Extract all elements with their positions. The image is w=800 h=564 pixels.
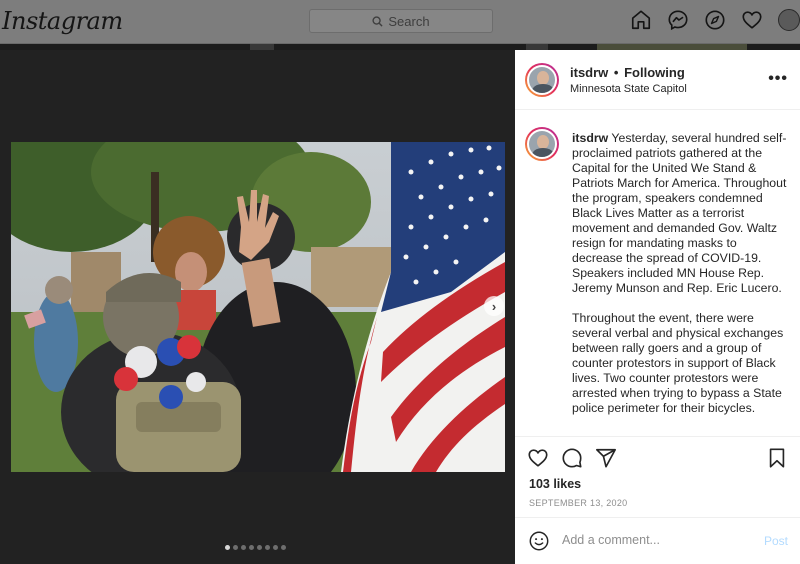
author-avatar[interactable] — [525, 63, 559, 97]
share-paper-plane-icon[interactable] — [595, 447, 617, 469]
messenger-icon[interactable] — [667, 9, 689, 31]
comment-bubble-icon[interactable] — [561, 447, 583, 469]
post-actions: 103 likes SEPTEMBER 13, 2020 Post — [515, 436, 800, 564]
carousel-dot — [249, 545, 254, 550]
search-placeholder: Search — [388, 13, 430, 29]
emoji-icon[interactable] — [528, 530, 550, 552]
author-username[interactable]: itsdrw — [570, 65, 608, 80]
carousel-dot — [265, 545, 270, 550]
post-location[interactable]: Minnesota State Capitol — [570, 83, 687, 95]
carousel-dot — [281, 545, 286, 550]
caption-scroll-area[interactable]: itsdrw Yesterday, several hundred self-p… — [515, 111, 800, 436]
carousel-dot — [241, 545, 246, 550]
bookmark-icon — [769, 448, 785, 468]
like-heart-icon[interactable] — [527, 447, 549, 469]
carousel-indicator — [225, 545, 286, 550]
comment-composer: Post — [515, 517, 800, 564]
post-photo[interactable] — [11, 142, 505, 472]
caption-author-avatar[interactable] — [525, 127, 559, 161]
home-icon[interactable] — [630, 9, 652, 31]
caption-username[interactable]: itsdrw — [572, 131, 608, 145]
nav-icons — [630, 9, 800, 31]
carousel-next-button[interactable]: › — [484, 296, 504, 316]
post-detail-panel: itsdrw • Following Minnesota State Capit… — [515, 50, 800, 564]
carousel-dot — [225, 545, 230, 550]
action-icons — [527, 447, 617, 469]
top-nav: Instagram Search — [0, 0, 800, 44]
post-comment-button[interactable]: Post — [764, 534, 788, 548]
caption-paragraph-2: Throughout the event, there were several… — [572, 311, 784, 415]
post-caption: itsdrw Yesterday, several hundred self-p… — [572, 131, 788, 416]
caption-paragraph-1: Yesterday, several hundred self-proclaim… — [572, 131, 787, 295]
more-options-icon[interactable]: ••• — [768, 70, 788, 88]
carousel-dot — [257, 545, 262, 550]
instagram-logo[interactable]: Instagram — [2, 7, 123, 35]
explore-icon[interactable] — [704, 9, 726, 31]
likes-count[interactable]: 103 likes — [529, 477, 581, 491]
activity-heart-icon[interactable] — [741, 9, 763, 31]
post-date[interactable]: SEPTEMBER 13, 2020 — [529, 498, 627, 508]
profile-avatar[interactable] — [778, 9, 800, 31]
author-line: itsdrw • Following — [570, 65, 685, 80]
save-button[interactable] — [766, 447, 788, 469]
search-box[interactable]: Search — [309, 9, 493, 33]
rally-photo-illustration — [11, 142, 505, 472]
carousel-dot — [273, 545, 278, 550]
post-header: itsdrw • Following Minnesota State Capit… — [515, 50, 800, 110]
search-icon — [372, 15, 383, 27]
comment-input[interactable] — [562, 533, 742, 547]
carousel-dot — [233, 545, 238, 550]
separator-dot: • — [613, 65, 619, 80]
following-button[interactable]: Following — [624, 65, 685, 80]
